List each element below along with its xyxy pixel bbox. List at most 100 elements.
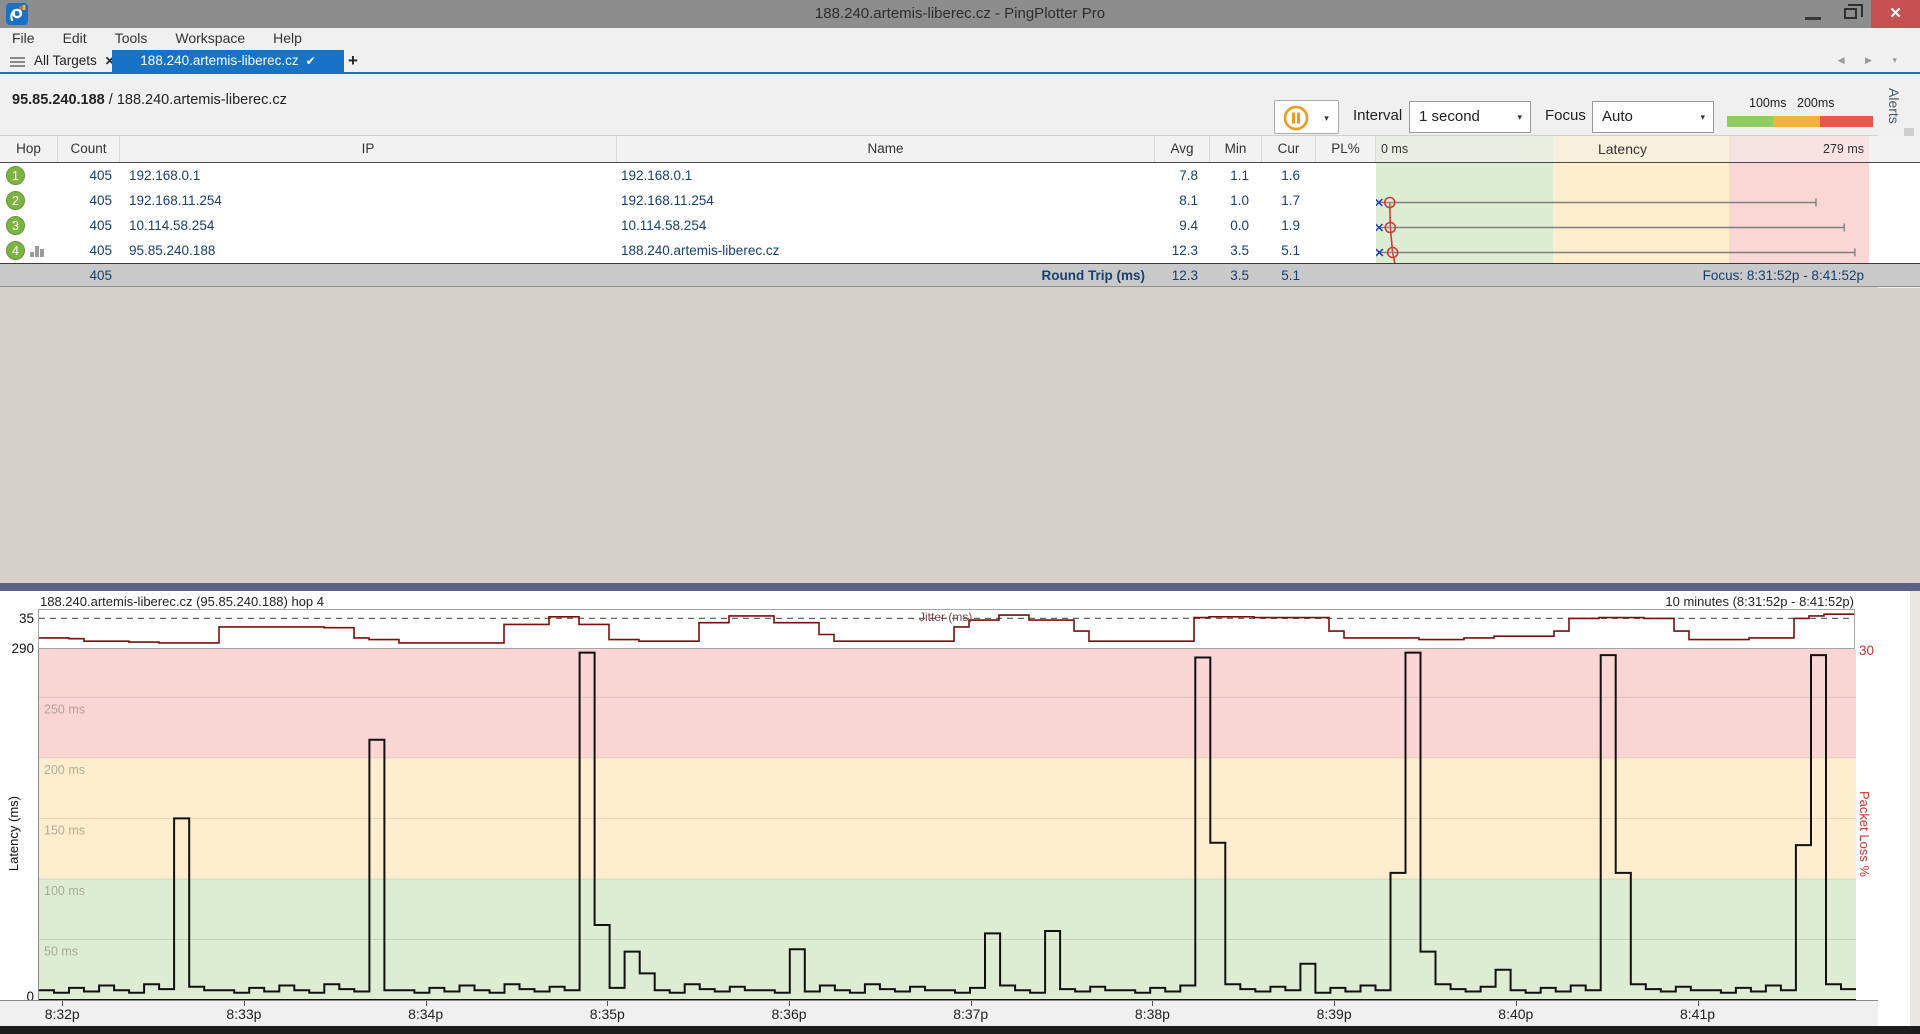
- hop-pl: [1316, 188, 1376, 213]
- header-latency[interactable]: 0 ms Latency 279 ms: [1376, 136, 1869, 162]
- menu-tools[interactable]: Tools: [101, 28, 162, 50]
- menu-bar: FileEditToolsWorkspaceHelp: [0, 28, 1920, 50]
- close-button[interactable]: ✕: [1871, 0, 1920, 28]
- menu-help[interactable]: Help: [259, 28, 316, 50]
- hop-ip: 192.168.0.1: [120, 163, 617, 188]
- jitter-caption: Jitter (ms): [919, 610, 972, 624]
- hop-avg: 9.4: [1155, 213, 1210, 238]
- window-title: 188.240.artemis-liberec.cz - PingPlotter…: [0, 0, 1920, 28]
- header-pl[interactable]: PL%: [1316, 136, 1376, 162]
- menu-file[interactable]: File: [0, 28, 49, 50]
- hop-ip: 192.168.11.254: [120, 188, 617, 213]
- target-bars-icon: [30, 246, 46, 257]
- hop-min: 1.0: [1210, 188, 1262, 213]
- hop-cur: 5.1: [1262, 238, 1316, 263]
- latency-timeline-chart[interactable]: 250 ms200 ms150 ms100 ms50 ms: [38, 649, 1855, 1000]
- packetloss-axis-max: 30: [1859, 643, 1874, 658]
- workspace-empty-area: [0, 288, 1920, 583]
- tab-list-menu-icon[interactable]: [10, 57, 25, 67]
- latency-axis-label: Latency (ms): [6, 796, 21, 871]
- jitter-strip-chart[interactable]: Jitter (ms): [38, 609, 1855, 649]
- summary-label: Round Trip (ms): [617, 264, 1155, 288]
- time-tick-label: 8:35p: [577, 1006, 637, 1022]
- header-min[interactable]: Min: [1210, 136, 1262, 162]
- hop-number-badge: 2: [0, 188, 58, 213]
- table-header-row: Hop Count IP Name Avg Min Cur PL% 0 ms L…: [0, 136, 1920, 163]
- pause-button[interactable]: [1274, 100, 1316, 134]
- minimize-button[interactable]: [1795, 0, 1833, 28]
- menu-workspace[interactable]: Workspace: [161, 28, 259, 50]
- svg-text:50 ms: 50 ms: [44, 945, 78, 959]
- timeline-graph-pane: 188.240.artemis-liberec.cz (95.85.240.18…: [0, 591, 1920, 1026]
- hop-number-badge: 4: [0, 238, 58, 263]
- pause-icon: [1282, 104, 1310, 132]
- header-ip[interactable]: IP: [120, 136, 617, 162]
- tab-scroll-arrows-icon[interactable]: ◀ ▶ ▾: [1838, 55, 1906, 66]
- interval-select[interactable]: 1 second ▾: [1409, 101, 1531, 133]
- latency-scale-title: Latency: [1376, 136, 1869, 162]
- hop-min: 3.5: [1210, 238, 1262, 263]
- hop-avg: 8.1: [1155, 188, 1210, 213]
- time-tick-label: 8:40p: [1486, 1006, 1546, 1022]
- hop-name: 188.240.artemis-liberec.cz: [617, 238, 1155, 263]
- alerts-tab[interactable]: Alerts: [1886, 88, 1902, 124]
- svg-text:100 ms: 100 ms: [44, 884, 85, 898]
- hop-name: 192.168.11.254: [617, 188, 1155, 213]
- hop-count: 405: [58, 238, 120, 263]
- hop-row-1[interactable]: 1405192.168.0.1192.168.0.17.81.11.6: [0, 163, 1920, 188]
- tab-all-targets[interactable]: All Targets✕: [34, 50, 116, 72]
- target-address: 95.85.240.188 / 188.240.artemis-liberec.…: [12, 92, 287, 108]
- checkmark-icon: ✔: [306, 54, 316, 68]
- table-body: 1405192.168.0.1192.168.0.17.81.11.624051…: [0, 163, 1920, 263]
- hop-ip: 95.85.240.188: [120, 238, 617, 263]
- hop-cur: 1.7: [1262, 188, 1316, 213]
- svg-text:150 ms: 150 ms: [44, 823, 85, 837]
- time-tick-label: 8:39p: [1304, 1006, 1364, 1022]
- new-tab-button[interactable]: +: [348, 50, 368, 72]
- jitter-axis-tick: 35: [14, 611, 34, 626]
- summary-cur: 5.1: [1262, 264, 1316, 288]
- header-name[interactable]: Name: [617, 136, 1155, 162]
- hop-cur: 1.6: [1262, 163, 1316, 188]
- restore-button[interactable]: [1833, 0, 1871, 28]
- header-count[interactable]: Count: [58, 136, 120, 162]
- time-tick-label: 8:37p: [941, 1006, 1001, 1022]
- time-axis: 8:32p 8:33p 8:34p 8:35p 8:36p 8:37p 8:38p 8:39p…: [0, 1000, 1878, 1026]
- time-tick-label: 8:32p: [32, 1006, 92, 1022]
- pause-dropdown-button[interactable]: ▾: [1315, 100, 1339, 134]
- header-avg[interactable]: Avg: [1155, 136, 1210, 162]
- tab-active-target[interactable]: 188.240.artemis-liberec.cz✔: [112, 50, 344, 72]
- header-hop[interactable]: Hop: [0, 136, 58, 162]
- focus-select[interactable]: Auto ▾: [1592, 101, 1714, 133]
- latency-color-legend: 100ms 200ms: [1727, 96, 1873, 132]
- graph-title: 188.240.artemis-liberec.cz (95.85.240.18…: [40, 594, 324, 609]
- svg-text:200 ms: 200 ms: [44, 763, 85, 777]
- hop-min: 0.0: [1210, 213, 1262, 238]
- summary-count: 405: [58, 264, 120, 288]
- menu-edit[interactable]: Edit: [49, 28, 101, 50]
- time-tick-label: 8:41p: [1668, 1006, 1728, 1022]
- hop-count: 405: [58, 213, 120, 238]
- legend-200ms-label: 200ms: [1797, 96, 1835, 110]
- hop-pl: [1316, 238, 1376, 263]
- summary-row[interactable]: 405 Round Trip (ms) 12.3 3.5 5.1 Focus: …: [0, 263, 1920, 287]
- hop-avg: 12.3: [1155, 238, 1210, 263]
- hop-cur: 1.9: [1262, 213, 1316, 238]
- focus-label: Focus: [1545, 107, 1586, 124]
- legend-gradient-bar: [1727, 116, 1873, 127]
- header-cur[interactable]: Cur: [1262, 136, 1316, 162]
- right-edge-strip: [1910, 591, 1920, 1026]
- time-tick-label: 8:36p: [759, 1006, 819, 1022]
- time-tick-label: 8:38p: [1122, 1006, 1182, 1022]
- time-tick-label: 8:33p: [214, 1006, 274, 1022]
- latency-scale-max: 279 ms: [1823, 136, 1864, 162]
- summary-avg: 12.3: [1155, 264, 1210, 288]
- interval-label: Interval: [1353, 107, 1402, 124]
- pane-divider[interactable]: [0, 583, 1920, 591]
- hop-name: 10.114.58.254: [617, 213, 1155, 238]
- hop-name: 192.168.0.1: [617, 163, 1155, 188]
- time-tick-label: 8:34p: [396, 1006, 456, 1022]
- summary-focus-range: Focus: 8:31:52p - 8:41:52p: [1376, 264, 1868, 288]
- chevron-down-icon: ▾: [1517, 102, 1522, 132]
- hop-pl: [1316, 213, 1376, 238]
